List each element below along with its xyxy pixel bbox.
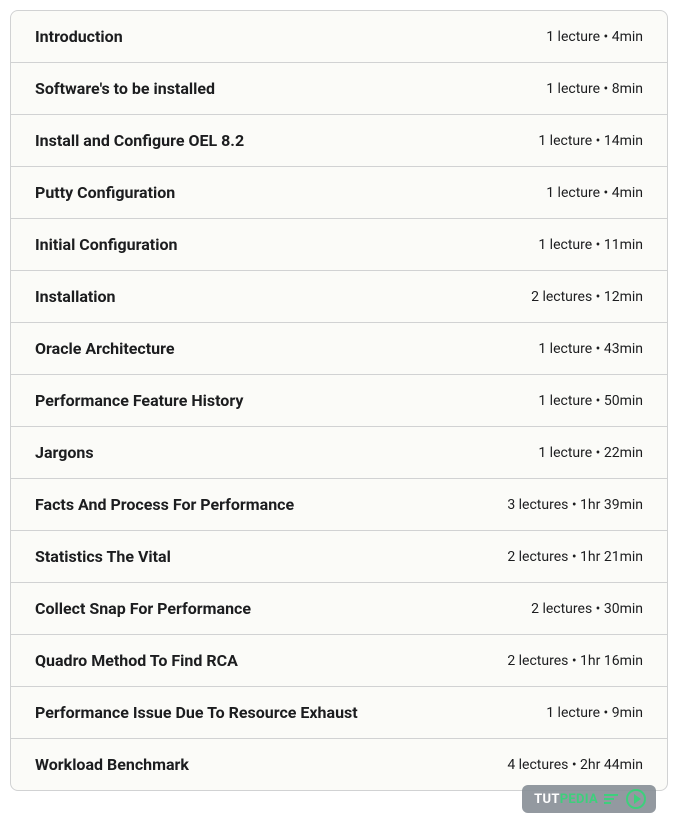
section-title: Workload Benchmark <box>35 755 189 774</box>
section-meta: 1 lecture • 11min <box>538 237 643 253</box>
watermark-text: TUTPEDIA <box>534 792 598 807</box>
speed-lines-icon <box>604 794 618 804</box>
section-row[interactable]: Initial Configuration 1 lecture • 11min <box>11 219 667 271</box>
section-title: Performance Feature History <box>35 391 243 410</box>
section-row[interactable]: Installation 2 lectures • 12min <box>11 271 667 323</box>
section-row[interactable]: Install and Configure OEL 8.2 1 lecture … <box>11 115 667 167</box>
section-title: Statistics The Vital <box>35 547 171 566</box>
section-title: Facts And Process For Performance <box>35 495 294 514</box>
section-meta: 2 lectures • 1hr 16min <box>507 653 643 669</box>
play-icon <box>626 789 646 809</box>
section-meta: 1 lecture • 14min <box>538 133 643 149</box>
section-row[interactable]: Jargons 1 lecture • 22min <box>11 427 667 479</box>
section-meta: 1 lecture • 22min <box>538 445 643 461</box>
section-row[interactable]: Oracle Architecture 1 lecture • 43min <box>11 323 667 375</box>
section-row[interactable]: Performance Feature History 1 lecture • … <box>11 375 667 427</box>
section-meta: 1 lecture • 9min <box>546 705 643 721</box>
section-meta: 1 lecture • 8min <box>546 81 643 97</box>
section-title: Collect Snap For Performance <box>35 599 251 618</box>
section-title: Jargons <box>35 443 94 462</box>
section-meta: 2 lectures • 1hr 21min <box>507 549 643 565</box>
section-row[interactable]: Statistics The Vital 2 lectures • 1hr 21… <box>11 531 667 583</box>
watermark-badge: TUTPEDIA <box>522 785 656 813</box>
section-title: Introduction <box>35 27 123 46</box>
section-meta: 1 lecture • 43min <box>538 341 643 357</box>
section-meta: 1 lecture • 4min <box>546 29 643 45</box>
section-meta: 3 lectures • 1hr 39min <box>507 497 643 513</box>
section-row[interactable]: Introduction 1 lecture • 4min <box>11 11 667 63</box>
section-meta: 2 lectures • 12min <box>531 289 643 305</box>
section-title: Oracle Architecture <box>35 339 175 358</box>
course-sections-list: Introduction 1 lecture • 4min Software's… <box>10 10 668 791</box>
section-title: Install and Configure OEL 8.2 <box>35 131 244 150</box>
section-title: Putty Configuration <box>35 183 175 202</box>
section-row[interactable]: Workload Benchmark 4 lectures • 2hr 44mi… <box>11 739 667 790</box>
section-title: Initial Configuration <box>35 235 177 254</box>
section-title: Performance Issue Due To Resource Exhaus… <box>35 703 358 722</box>
section-row[interactable]: Quadro Method To Find RCA 2 lectures • 1… <box>11 635 667 687</box>
section-row[interactable]: Collect Snap For Performance 2 lectures … <box>11 583 667 635</box>
section-row[interactable]: Putty Configuration 1 lecture • 4min <box>11 167 667 219</box>
section-meta: 1 lecture • 50min <box>538 393 643 409</box>
section-meta: 1 lecture • 4min <box>546 185 643 201</box>
section-row[interactable]: Performance Issue Due To Resource Exhaus… <box>11 687 667 739</box>
section-row[interactable]: Facts And Process For Performance 3 lect… <box>11 479 667 531</box>
section-row[interactable]: Software's to be installed 1 lecture • 8… <box>11 63 667 115</box>
section-title: Software's to be installed <box>35 79 215 98</box>
section-title: Installation <box>35 287 116 306</box>
section-meta: 4 lectures • 2hr 44min <box>507 757 643 773</box>
section-meta: 2 lectures • 30min <box>531 601 643 617</box>
section-title: Quadro Method To Find RCA <box>35 651 238 670</box>
